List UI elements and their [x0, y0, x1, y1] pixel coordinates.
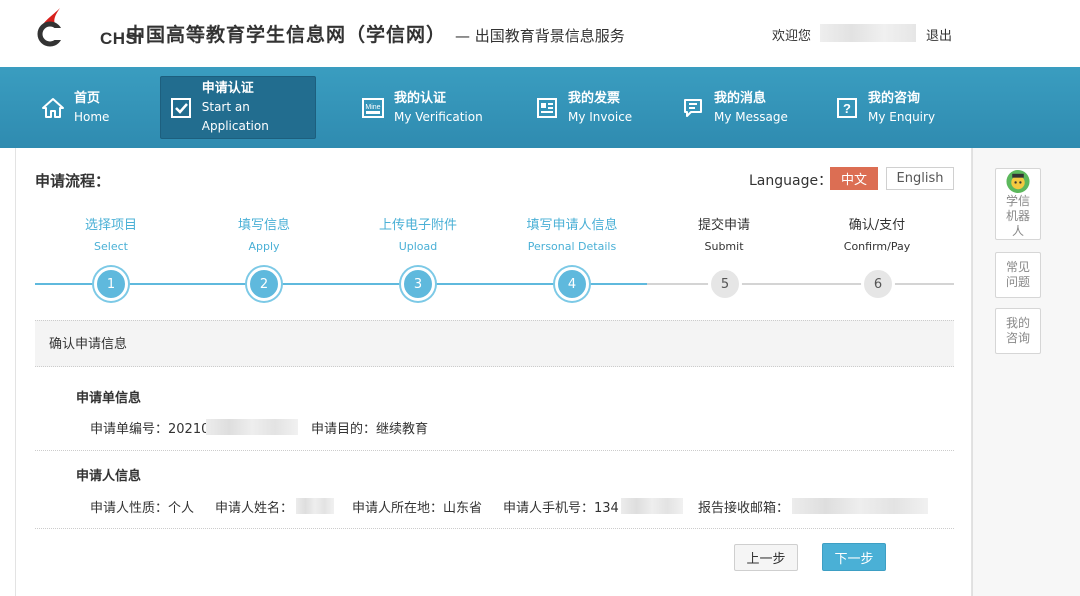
robot-button[interactable]: 学信机器人: [995, 168, 1041, 240]
nav-apply[interactable]: 申请认证 Start an Application: [160, 76, 316, 139]
nav-home-en: Home: [74, 109, 110, 124]
nav-home[interactable]: 首页 Home: [40, 76, 150, 139]
invoice-icon: [534, 95, 560, 121]
consult-button[interactable]: 我的咨询: [995, 308, 1041, 354]
nav-verification[interactable]: Mine 我的认证 My Verification: [360, 76, 490, 139]
chsi-logo[interactable]: CHSI: [34, 6, 142, 50]
step-4-label: 填写申请人信息: [526, 218, 618, 233]
divider: [35, 528, 954, 529]
step-4-circle: 4: [555, 267, 589, 301]
message-icon: [680, 95, 706, 121]
apply-icon: [169, 95, 194, 121]
robot-icon: [1006, 169, 1030, 194]
apply-purpose: 申请目的：继续教育: [311, 422, 429, 437]
username-redacted: [820, 24, 916, 42]
home-icon: [40, 95, 66, 121]
report-email-redacted: [792, 498, 928, 514]
logout-link[interactable]: 退出: [926, 25, 952, 44]
nav-apply-cn: 申请认证: [201, 81, 254, 96]
step-1-en: Select: [94, 240, 128, 253]
nav-message[interactable]: 我的消息 My Message: [680, 76, 810, 139]
order-number: 申请单编号：20210: [90, 422, 210, 437]
step-4-en: Personal Details: [527, 240, 617, 253]
process-title: 申请流程：: [35, 172, 111, 190]
nav-enquiry-en: My Enquiry: [868, 109, 936, 124]
nav-invoice-en: My Invoice: [568, 109, 633, 124]
main-panel: 申请流程： Language： 中文 English 选择项目 Select 1…: [15, 148, 972, 596]
nav-invoice[interactable]: 我的发票 My Invoice: [534, 76, 654, 139]
step-5-circle: 5: [708, 267, 742, 301]
welcome-text: 欢迎您: [772, 29, 812, 44]
step-1-circle: 1: [94, 267, 128, 301]
applicant-name-redacted: [296, 498, 334, 514]
applicant-phone-redacted: [621, 498, 683, 514]
faq-label: 常见问题: [1005, 260, 1030, 289]
step-5-en: Submit: [704, 240, 744, 253]
step-3-label: 上传电子附件: [378, 218, 457, 233]
nav-apply-en: Start an Application: [201, 100, 269, 133]
enquiry-icon: ?: [834, 95, 860, 121]
applicant-name-label: 申请人姓名：: [215, 501, 294, 516]
order-number-redacted: [206, 419, 298, 435]
progress-steps: 选择项目 Select 1 填写信息 Apply 2 上传电子附件 Upload…: [16, 208, 973, 303]
consult-label: 我的咨询: [1005, 316, 1030, 345]
mine-icon: Mine: [360, 95, 386, 121]
nav-verification-en: My Verification: [394, 109, 483, 124]
faq-button[interactable]: 常见问题: [995, 252, 1041, 298]
step-3-en: Upload: [398, 240, 438, 253]
nav-message-cn: 我的消息: [714, 90, 767, 106]
prev-step-button[interactable]: 上一步: [734, 544, 798, 571]
side-panel: 学信机器人 常见问题 我的咨询: [972, 148, 1080, 596]
step-6-en: Confirm/Pay: [843, 240, 911, 253]
svg-text:Mine: Mine: [365, 104, 380, 111]
applicant-type: 申请人性质：个人: [90, 501, 195, 516]
nav-home-cn: 首页: [74, 90, 101, 106]
top-header: CHSI 中国高等教育学生信息网（学信网） — 出国教育背景信息服务 欢迎您 退…: [0, 0, 1080, 67]
progress-line-todo: [647, 283, 954, 285]
next-step-button[interactable]: 下一步: [822, 543, 886, 571]
applicant-location: 申请人所在地：山东省: [352, 501, 483, 516]
step-2-circle: 2: [247, 267, 281, 301]
step-6-circle: 6: [861, 267, 895, 301]
chsi-logo-icon: [37, 8, 64, 47]
step-3-circle: 3: [401, 267, 435, 301]
nav-verification-cn: 我的认证: [394, 90, 447, 106]
applicant-phone: 申请人手机号：134: [503, 501, 619, 516]
report-email-label: 报告接收邮箱：: [698, 501, 790, 516]
step-2-en: Apply: [248, 240, 280, 253]
site-subtitle: — 出国教育背景信息服务: [455, 27, 625, 45]
section-header: 确认申请信息: [35, 320, 954, 367]
lang-english-button[interactable]: English: [886, 167, 954, 190]
nav-enquiry[interactable]: ? 我的咨询 My Enquiry: [834, 76, 954, 139]
robot-label: 学信机器人: [1005, 194, 1030, 238]
site-title: 中国高等教育学生信息网（学信网）: [126, 24, 447, 46]
step-1-label: 选择项目: [84, 218, 137, 233]
svg-text:?: ?: [843, 101, 851, 116]
nav-enquiry-cn: 我的咨询: [868, 90, 921, 106]
language-label: Language：: [749, 173, 833, 189]
order-info-title: 申请单信息: [76, 391, 142, 406]
step-5-label: 提交申请: [697, 218, 750, 233]
lang-chinese-button[interactable]: 中文: [830, 167, 878, 190]
applicant-info-title: 申请人信息: [76, 469, 142, 484]
step-6-label: 确认/支付: [848, 218, 906, 233]
nav-message-en: My Message: [714, 109, 788, 124]
main-nav: 首页 Home 申请认证 Start an Application Mine 我的认…: [0, 67, 1080, 148]
nav-invoice-cn: 我的发票: [568, 90, 621, 106]
step-2-label: 填写信息: [237, 218, 290, 233]
divider: [35, 450, 954, 451]
